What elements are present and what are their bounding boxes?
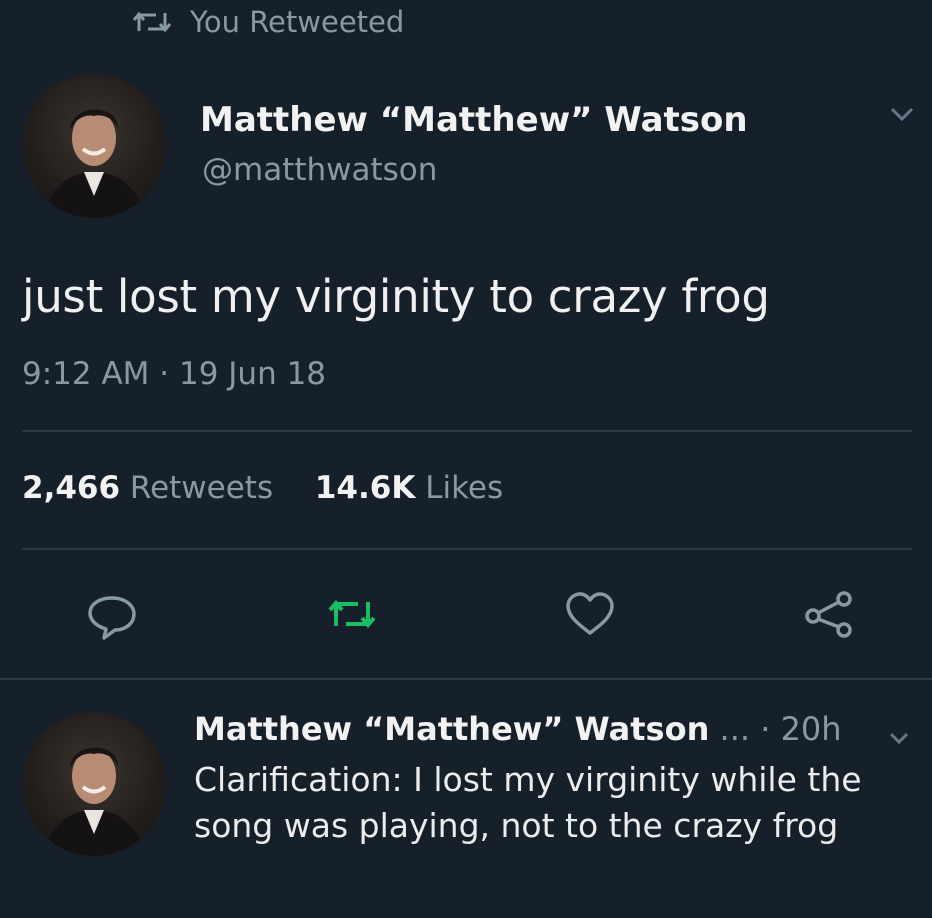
- reply-icon: [88, 596, 136, 640]
- likes-label: Likes: [425, 470, 504, 506]
- profile-photo: [42, 109, 146, 218]
- retweet-icon: [132, 11, 172, 33]
- reply-ellipsis: ...: [709, 710, 751, 748]
- retweets-stat[interactable]: 2,466 Retweets: [22, 470, 283, 506]
- chevron-down-icon[interactable]: [884, 726, 914, 750]
- like-icon: [566, 592, 614, 635]
- reply-time[interactable]: · 20h: [750, 710, 841, 748]
- tweet-timestamp[interactable]: 9:12 AM · 19 Jun 18: [22, 356, 326, 392]
- retweets-count: 2,466: [22, 470, 121, 506]
- reply-author-name[interactable]: Matthew “Matthew” Watson: [194, 710, 709, 748]
- divider: [22, 548, 912, 550]
- avatar[interactable]: [22, 74, 166, 218]
- reply-header: Matthew “Matthew” Watson ... · 20h: [194, 710, 842, 748]
- retweets-label: Retweets: [129, 470, 274, 506]
- author-handle[interactable]: @matthwatson: [202, 152, 437, 188]
- author-name[interactable]: Matthew “Matthew” Watson: [200, 100, 748, 140]
- retweet-button[interactable]: [322, 586, 382, 642]
- retweet-context-label: You Retweeted: [190, 5, 405, 39]
- retweet-icon: [328, 599, 376, 629]
- chevron-down-icon[interactable]: [884, 100, 920, 130]
- like-button[interactable]: [560, 586, 620, 642]
- divider: [0, 678, 932, 680]
- divider: [22, 430, 912, 432]
- retweet-context: You Retweeted: [132, 2, 404, 42]
- likes-count: 14.6K: [314, 470, 416, 506]
- profile-photo: [42, 747, 146, 856]
- reply-text: Clarification: I lost my virginity while…: [194, 760, 862, 845]
- tweet-stats: 2,466 Retweets 14.6K Likes: [22, 470, 503, 506]
- reply-button[interactable]: [82, 586, 142, 642]
- tweet-text: just lost my virginity to crazy frog: [22, 270, 770, 323]
- share-icon: [805, 591, 852, 638]
- likes-stat[interactable]: 14.6K Likes: [315, 470, 503, 506]
- share-button[interactable]: [800, 586, 860, 642]
- reply-avatar[interactable]: [22, 712, 166, 856]
